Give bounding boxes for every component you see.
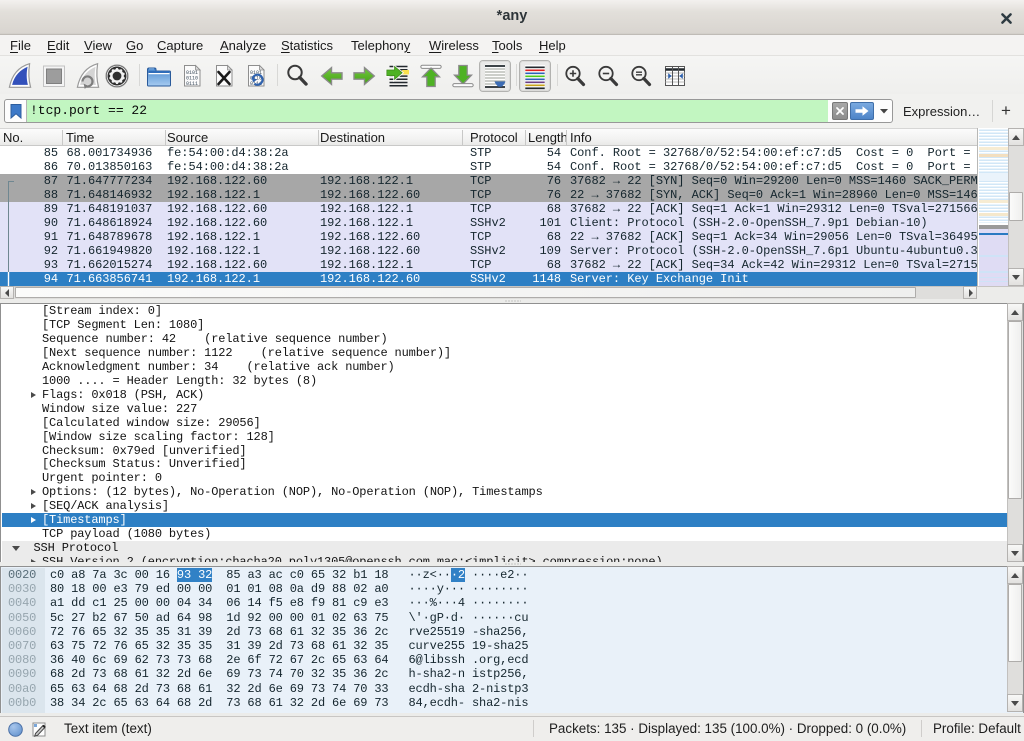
svg-text:0111: 0111 <box>186 81 198 87</box>
